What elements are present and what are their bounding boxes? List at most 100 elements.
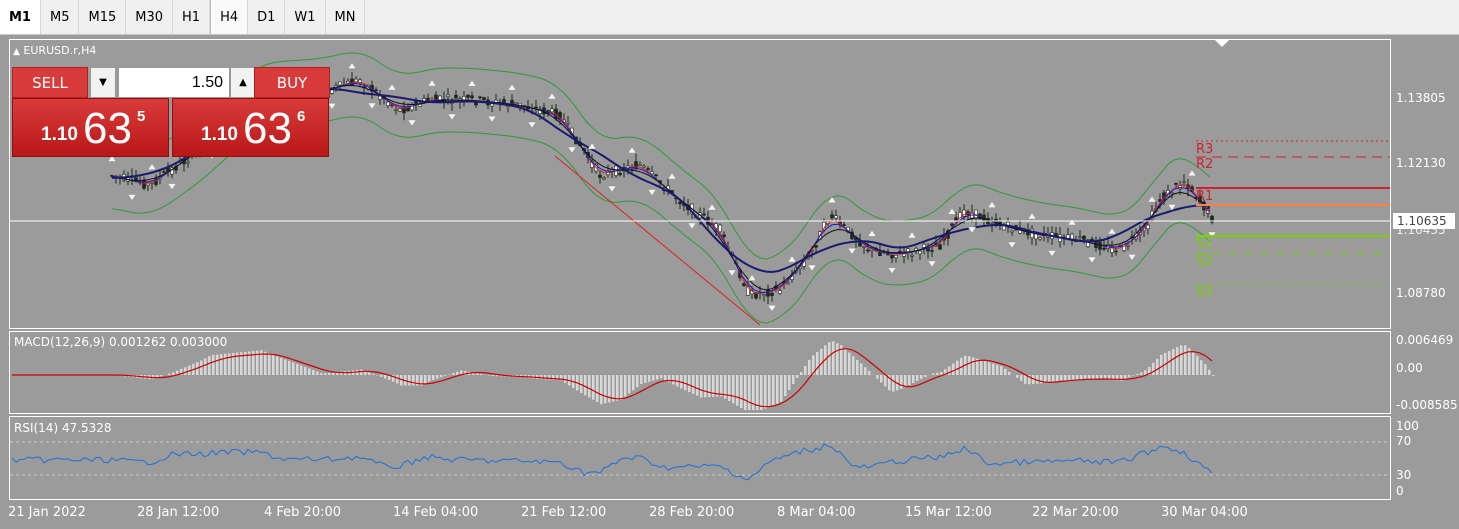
volume-input[interactable]: 1.50	[118, 67, 230, 98]
macd-histogram-bar	[412, 375, 415, 386]
candle-body	[642, 165, 646, 168]
fractal-marker	[727, 269, 737, 277]
candle-body	[654, 174, 658, 177]
macd-histogram-bar	[856, 359, 859, 375]
volume-down-button[interactable]: ▼	[90, 67, 116, 98]
macd-histogram-bar	[808, 360, 811, 375]
macd-histogram-bar	[924, 375, 927, 377]
date-tick: 4 Feb 20:00	[264, 505, 342, 520]
macd-histogram-bar	[588, 375, 591, 398]
macd-histogram-bar	[268, 353, 271, 375]
macd-histogram-bar	[324, 373, 327, 375]
macd-histogram-bar	[628, 375, 631, 394]
candle-body	[866, 249, 870, 252]
macd-histogram-bar	[992, 363, 995, 375]
candle-body	[490, 103, 494, 107]
candle-body	[1170, 192, 1174, 195]
fractal-marker	[667, 172, 677, 180]
macd-histogram-bar	[1200, 360, 1203, 375]
volume-up-button[interactable]: ▲	[230, 67, 256, 98]
shift-marker-icon[interactable]	[1214, 39, 1230, 47]
collapse-triangle-icon[interactable]: ▲	[13, 47, 20, 57]
fractal-marker	[787, 255, 797, 263]
macd-histogram-bar	[816, 352, 819, 375]
macd-histogram-bar	[300, 365, 303, 375]
candle-body	[862, 246, 866, 248]
macd-histogram-bar	[184, 367, 187, 375]
rsi-tick: 100	[1396, 419, 1419, 433]
candle-body	[894, 255, 898, 258]
macd-histogram-bar	[768, 375, 771, 407]
macd-histogram-bar	[624, 375, 627, 397]
up-arrow-icon: ▲	[239, 77, 247, 88]
fractal-marker	[627, 146, 637, 154]
macd-histogram-bar	[728, 375, 731, 402]
fractal-marker	[467, 79, 477, 87]
macd-histogram-bar	[1024, 375, 1027, 384]
macd-histogram-bar	[1128, 375, 1131, 378]
fractal-marker	[367, 102, 377, 110]
macd-histogram-bar	[636, 375, 639, 388]
fractal-marker	[1027, 212, 1037, 220]
macd-label: MACD(12,26,9) 0.001262 0.003000	[14, 335, 228, 349]
fractal-marker	[907, 231, 917, 239]
pivot-r1-label: R1	[1196, 189, 1214, 204]
macd-histogram-bar	[272, 354, 275, 375]
macd-histogram-bar	[844, 348, 847, 375]
candle-body	[1054, 233, 1058, 237]
candle-body	[678, 201, 682, 205]
macd-histogram-bar	[956, 360, 959, 375]
macd-histogram-bar	[904, 375, 907, 388]
rsi-tick: 30	[1396, 468, 1412, 482]
candle-body	[742, 283, 746, 287]
buy-price-button[interactable]: 1.10 63 6	[172, 98, 329, 157]
candle-body	[762, 294, 766, 296]
sell-button[interactable]: SELL	[12, 67, 88, 98]
macd-histogram-bar	[892, 375, 895, 392]
macd-histogram-bar	[1016, 375, 1019, 378]
macd-histogram-bar	[880, 375, 883, 383]
macd-histogram-bar	[668, 375, 671, 383]
candle-body	[1090, 238, 1094, 241]
macd-histogram-bar	[936, 372, 939, 375]
candle-body	[1078, 236, 1082, 239]
sell-price-button[interactable]: 1.10 63 5	[12, 98, 169, 157]
candle-body	[778, 290, 782, 294]
macd-histogram-bar	[1020, 375, 1023, 381]
candle-body	[1010, 230, 1014, 233]
candle-body	[502, 99, 506, 104]
macd-histogram-bar	[884, 375, 887, 387]
date-tick: 8 Mar 04:00	[777, 505, 856, 520]
macd-histogram-bar	[608, 375, 611, 403]
fractal-marker	[1087, 256, 1097, 264]
macd-histogram-bar	[540, 375, 543, 380]
macd-histogram-bar	[476, 373, 479, 375]
macd-histogram-bar	[328, 373, 331, 375]
macd-histogram-bar	[220, 354, 223, 375]
candle-body	[330, 89, 334, 94]
macd-histogram-bar	[212, 354, 215, 375]
fractal-marker	[1107, 227, 1117, 235]
macd-histogram-bar	[940, 372, 943, 375]
rsi-label: RSI(14) 47.5328	[14, 421, 112, 435]
macd-histogram-bar	[1152, 362, 1155, 375]
macd-histogram-bar	[156, 375, 159, 378]
macd-histogram-bar	[784, 375, 787, 396]
candle-body	[482, 97, 486, 100]
candle-body	[378, 95, 382, 100]
buy-button[interactable]: BUY	[254, 67, 330, 98]
macd-histogram-bar	[1080, 375, 1083, 380]
candle-body	[534, 106, 538, 109]
macd-histogram-bar	[876, 375, 879, 379]
fractal-marker	[507, 83, 517, 91]
candle-body	[890, 254, 894, 259]
macd-histogram-bar	[648, 375, 651, 382]
candle-body	[550, 108, 554, 113]
candle-body	[1102, 247, 1106, 250]
fractal-marker	[927, 260, 937, 268]
macd-histogram-bar	[996, 364, 999, 375]
macd-histogram-bar	[1192, 352, 1195, 375]
candle-body	[638, 164, 642, 166]
macd-histogram-bar	[1132, 375, 1135, 376]
candle-body	[766, 289, 770, 297]
